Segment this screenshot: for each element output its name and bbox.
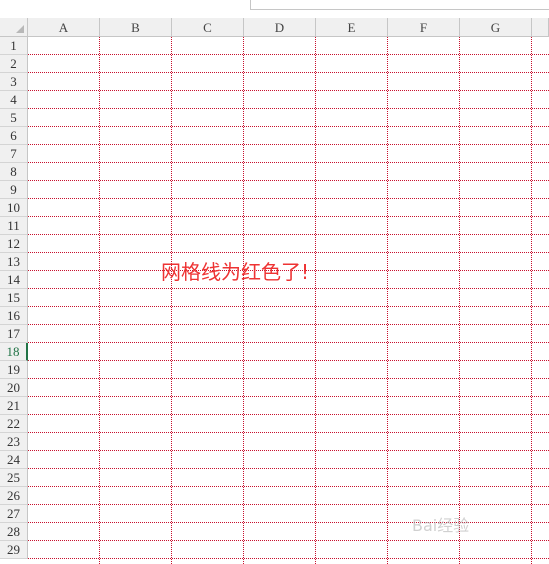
row-header-8[interactable]: 8: [0, 163, 28, 181]
column-header-c[interactable]: C: [172, 18, 244, 37]
gridline-horizontal: [28, 72, 549, 73]
gridline-horizontal: [28, 288, 549, 289]
gridline-vertical: [459, 37, 460, 564]
row-header-20[interactable]: 20: [0, 379, 28, 397]
row-header-28[interactable]: 28: [0, 523, 28, 541]
formula-bar-area: [0, 0, 549, 18]
row-header-23[interactable]: 23: [0, 433, 28, 451]
gridline-horizontal: [28, 522, 549, 523]
gridline-horizontal: [28, 162, 549, 163]
gridline-horizontal: [28, 360, 549, 361]
gridline-vertical: [171, 37, 172, 564]
gridline-horizontal: [28, 414, 549, 415]
select-all-triangle-icon: [16, 25, 24, 33]
row-header-3[interactable]: 3: [0, 73, 28, 91]
row-header-11[interactable]: 11: [0, 217, 28, 235]
gridline-horizontal: [28, 54, 549, 55]
watermark-text: Bai经验: [412, 516, 470, 535]
gridline-horizontal: [28, 126, 549, 127]
column-header-d[interactable]: D: [244, 18, 316, 37]
gridline-horizontal: [28, 108, 549, 109]
row-header-29[interactable]: 29: [0, 541, 28, 559]
row-header-14[interactable]: 14: [0, 271, 28, 289]
column-header-g[interactable]: G: [460, 18, 532, 37]
row-header-24[interactable]: 24: [0, 451, 28, 469]
row-header-16[interactable]: 16: [0, 307, 28, 325]
column-header-a[interactable]: A: [28, 18, 100, 37]
row-header-7[interactable]: 7: [0, 145, 28, 163]
gridline-vertical: [99, 37, 100, 564]
gridline-horizontal: [28, 216, 549, 217]
row-header-1[interactable]: 1: [0, 37, 28, 55]
row-header-22[interactable]: 22: [0, 415, 28, 433]
row-header-27[interactable]: 27: [0, 505, 28, 523]
gridline-vertical: [387, 37, 388, 564]
gridline-horizontal: [28, 450, 549, 451]
row-header-12[interactable]: 12: [0, 235, 28, 253]
gridline-horizontal: [28, 468, 549, 469]
select-all-corner[interactable]: [0, 18, 28, 37]
row-header-17[interactable]: 17: [0, 325, 28, 343]
gridline-horizontal: [28, 90, 549, 91]
row-header-9[interactable]: 9: [0, 181, 28, 199]
row-header-25[interactable]: 25: [0, 469, 28, 487]
gridline-horizontal: [28, 378, 549, 379]
gridline-horizontal: [28, 306, 549, 307]
row-header-4[interactable]: 4: [0, 91, 28, 109]
gridline-horizontal: [28, 558, 549, 559]
gridline-horizontal: [28, 504, 549, 505]
column-header-f[interactable]: F: [388, 18, 460, 37]
formula-input[interactable]: [250, 0, 549, 10]
row-header-5[interactable]: 5: [0, 109, 28, 127]
row-header-26[interactable]: 26: [0, 487, 28, 505]
row-header-10[interactable]: 10: [0, 199, 28, 217]
gridline-horizontal: [28, 234, 549, 235]
row-header-6[interactable]: 6: [0, 127, 28, 145]
row-header-18[interactable]: 18: [0, 343, 28, 361]
gridline-horizontal: [28, 180, 549, 181]
cell-grid[interactable]: [28, 37, 549, 564]
gridline-horizontal: [28, 432, 549, 433]
row-header-19[interactable]: 19: [0, 361, 28, 379]
gridline-horizontal: [28, 540, 549, 541]
gridline-horizontal: [28, 486, 549, 487]
gridline-horizontal: [28, 324, 549, 325]
row-header-15[interactable]: 15: [0, 289, 28, 307]
column-header-partial[interactable]: [532, 18, 549, 37]
row-header-2[interactable]: 2: [0, 55, 28, 73]
column-header-e[interactable]: E: [316, 18, 388, 37]
gridline-horizontal: [28, 198, 549, 199]
column-header-b[interactable]: B: [100, 18, 172, 37]
gridline-vertical: [315, 37, 316, 564]
row-header-13[interactable]: 13: [0, 253, 28, 271]
annotation-text: 网格线为红色了!: [161, 260, 310, 284]
row-header-21[interactable]: 21: [0, 397, 28, 415]
gridline-vertical: [531, 37, 532, 564]
gridline-vertical: [243, 37, 244, 564]
gridline-horizontal: [28, 342, 549, 343]
gridline-horizontal: [28, 252, 549, 253]
gridline-horizontal: [28, 396, 549, 397]
gridline-horizontal: [28, 144, 549, 145]
